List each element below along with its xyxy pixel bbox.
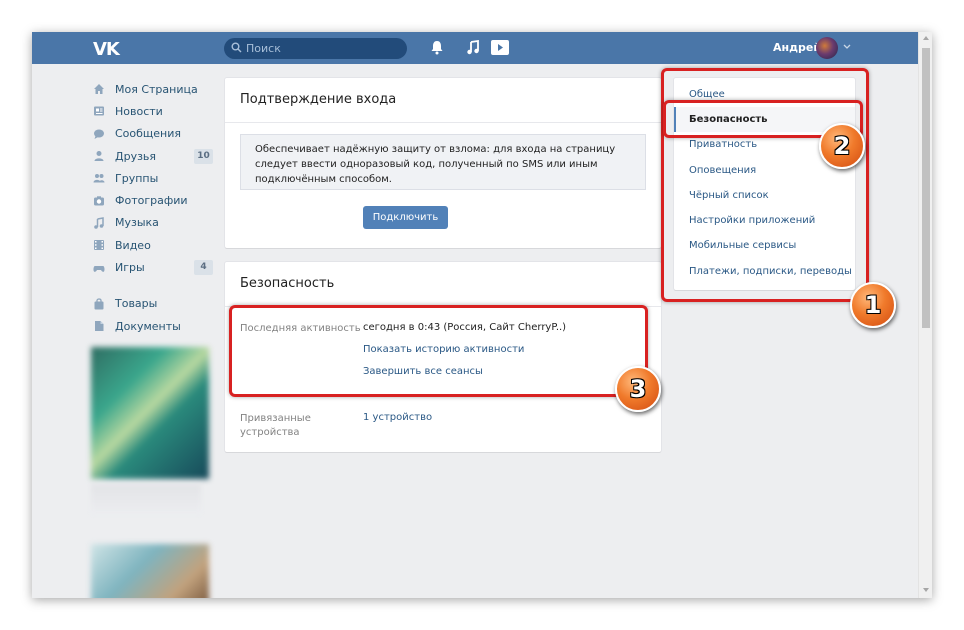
connect-button[interactable]: Подключить — [363, 206, 448, 229]
nav-label: Новости — [115, 104, 163, 118]
photos-icon — [94, 195, 104, 206]
blurred-ad-image[interactable] — [91, 347, 209, 479]
groups-icon — [93, 174, 105, 183]
divider — [225, 122, 661, 123]
friends-count-badge: 10 — [194, 148, 213, 164]
music-icon — [94, 217, 104, 229]
messages-icon — [94, 129, 104, 139]
nav-item-news[interactable]: Новости — [91, 100, 213, 122]
nav-item-groups[interactable]: Группы — [91, 167, 213, 189]
nav-item-games[interactable]: Игры 4 — [91, 256, 213, 278]
search-input[interactable]: Поиск — [224, 38, 407, 59]
chevron-down-icon[interactable] — [843, 44, 851, 50]
vk-logo[interactable]: VK — [93, 39, 120, 60]
news-icon — [94, 106, 104, 116]
nav-item-my-page[interactable]: Моя Страница — [91, 78, 213, 100]
nav-label: Сообщения — [115, 127, 182, 141]
left-navigation: Моя Страница Новости Сообщения Друзья 10… — [91, 78, 213, 337]
search-placeholder: Поиск — [246, 42, 281, 55]
highlight-frame-last-activity — [229, 305, 648, 397]
blurred-ad-image[interactable] — [91, 544, 209, 598]
games-count-badge: 4 — [194, 260, 213, 276]
top-header: VK Поиск Андрей — [32, 32, 918, 64]
nav-label: Товары — [115, 297, 158, 311]
video-icon — [94, 240, 104, 251]
linked-devices-label: Привязанные устройства — [240, 413, 311, 438]
scroll-up-arrow[interactable] — [923, 36, 929, 40]
nav-item-video[interactable]: Видео — [91, 234, 213, 256]
search-icon — [231, 42, 242, 53]
music-icon[interactable] — [466, 40, 480, 55]
nav-separator — [91, 279, 213, 293]
nav-label: Музыка — [115, 216, 159, 230]
browser-window: VK Поиск Андрей Моя Страница Новости Соо… — [32, 32, 932, 598]
scroll-down-arrow[interactable] — [923, 588, 929, 592]
nav-item-market[interactable]: Товары — [91, 293, 213, 315]
nav-item-music[interactable]: Музыка — [91, 212, 213, 234]
step-marker-2: 2 — [819, 123, 865, 169]
login-confirmation-description: Обеспечивает надёжную защиту от взлома: … — [240, 134, 646, 190]
nav-item-documents[interactable]: Документы — [91, 315, 213, 337]
nav-label: Документы — [115, 319, 181, 333]
nav-item-friends[interactable]: Друзья 10 — [91, 145, 213, 167]
nav-label: Группы — [115, 171, 159, 185]
step-marker-3: 3 — [615, 366, 661, 412]
user-name[interactable]: Андрей — [773, 41, 821, 54]
nav-item-messages[interactable]: Сообщения — [91, 123, 213, 145]
blurred-ad-text — [91, 484, 201, 514]
nav-label: Видео — [115, 238, 151, 252]
market-icon — [94, 298, 104, 310]
friends-icon — [94, 151, 104, 162]
nav-label: Фотографии — [115, 194, 188, 208]
login-confirmation-card: Подтверждение входа Обеспечивает надёжну… — [225, 78, 661, 248]
bell-icon[interactable] — [430, 40, 444, 55]
games-icon — [93, 265, 105, 272]
card-title: Безопасность — [240, 276, 335, 291]
card-title: Подтверждение входа — [240, 92, 397, 107]
nav-label: Моя Страница — [115, 82, 198, 96]
page-scrollbar[interactable] — [918, 32, 932, 598]
home-icon — [94, 84, 104, 95]
nav-label: Игры — [115, 261, 145, 275]
nav-label: Друзья — [115, 149, 157, 163]
video-icon[interactable] — [491, 40, 509, 55]
scroll-thumb[interactable] — [922, 48, 930, 328]
step-marker-1: 1 — [850, 282, 896, 328]
nav-item-photos[interactable]: Фотографии — [91, 189, 213, 211]
documents-icon — [95, 321, 104, 332]
linked-devices-link[interactable]: 1 устройство — [363, 412, 432, 423]
avatar[interactable] — [816, 37, 838, 59]
